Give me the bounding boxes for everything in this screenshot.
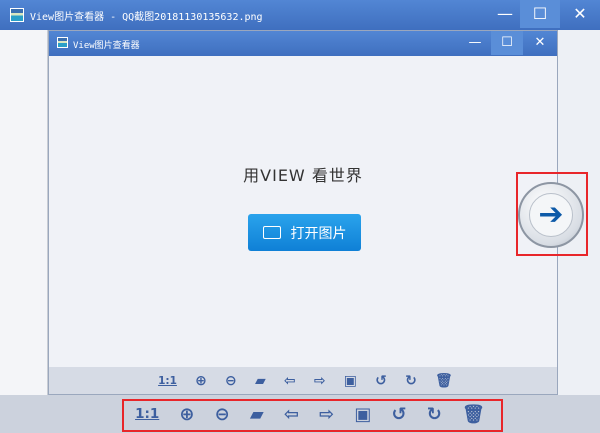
inner-close-button[interactable]: ✕ (524, 31, 556, 55)
zoom-in-icon[interactable]: ⊕ (195, 373, 207, 389)
delete-icon[interactable]: 🗑 (435, 373, 453, 389)
prev-arrow-icon[interactable]: ⇦ (284, 373, 296, 389)
save-icon[interactable]: ▣ (344, 373, 357, 389)
rotate-right-icon[interactable]: ↻ (405, 373, 417, 389)
next-arrow-icon[interactable]: ⇨ (314, 373, 326, 389)
inner-window-title: View图片查看器 (73, 41, 140, 51)
close-button[interactable]: ✕ (560, 0, 600, 28)
zoom-out-icon[interactable]: ⊖ (225, 373, 237, 389)
folder-icon[interactable]: ▰ (255, 373, 266, 389)
open-image-label: 打开图片 (290, 225, 347, 242)
outer-title-bar: View图片查看器 - QQ截图20181130135632.png — ☐ ✕ (0, 0, 600, 30)
minimize-button[interactable]: — (485, 0, 525, 28)
actual-size-button[interactable]: 1:1 (158, 375, 177, 387)
highlight-box (516, 172, 588, 256)
slogan: 用VIEW 看世界 (243, 166, 363, 185)
inner-toolbar: 1:1 ⊕ ⊖ ▰ ⇦ ⇨ ▣ ↺ ↻ 🗑 (49, 367, 557, 394)
open-image-button[interactable]: 打开图片 (248, 214, 361, 251)
inner-title-bar: View图片查看器 — ☐ ✕ (49, 31, 557, 56)
maximize-button[interactable]: ☐ (520, 0, 560, 28)
app-icon (10, 8, 24, 22)
background-window (0, 30, 48, 395)
inner-minimize-button[interactable]: — (459, 31, 491, 55)
rotate-left-icon[interactable]: ↺ (375, 373, 387, 389)
highlight-box (122, 399, 503, 432)
window-title: View图片查看器 - QQ截图20181130135632.png (30, 12, 263, 23)
inner-maximize-button[interactable]: ☐ (491, 31, 523, 55)
inner-window: View图片查看器 — ☐ ✕ 用VIEW 看世界 打开图片 1:1 ⊕ ⊖ ▰… (48, 30, 558, 395)
app-icon (57, 37, 68, 48)
folder-icon (262, 226, 281, 239)
